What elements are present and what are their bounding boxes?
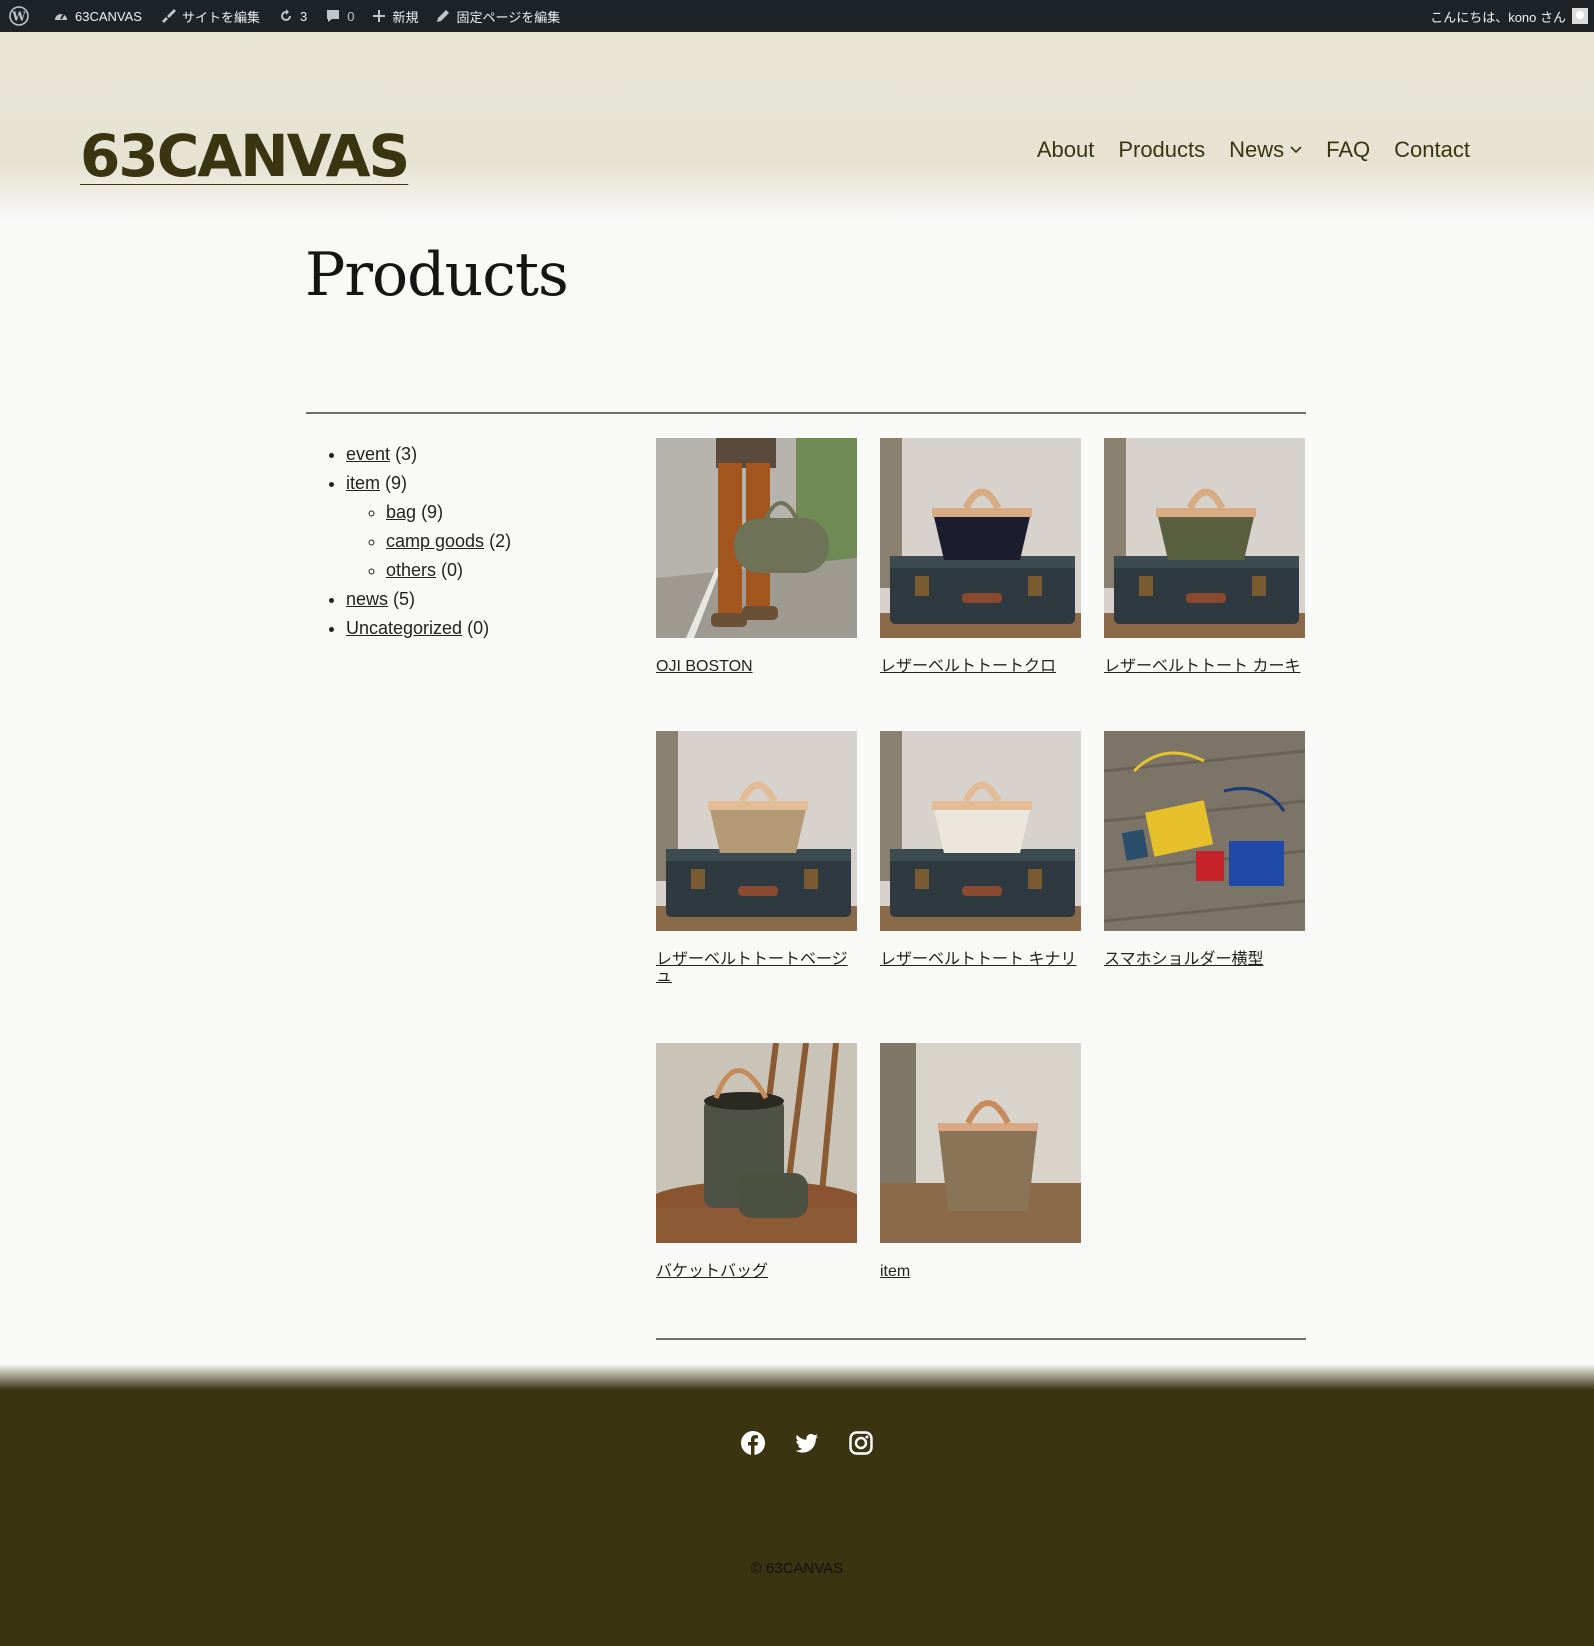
twitter-icon[interactable] [794, 1430, 820, 1456]
product-card: レザーベルトトート カーキ [1104, 438, 1305, 675]
svg-text:W: W [11, 10, 26, 24]
list-item: bag (9) [386, 498, 511, 527]
copyright-text: © 63CANVAS [750, 1560, 844, 1577]
comments-link[interactable]: 0 [316, 0, 363, 32]
comment-icon [327, 10, 340, 22]
list-item: event (3) [346, 440, 511, 469]
instagram-icon[interactable] [848, 1430, 874, 1456]
product-image-phone-shoulder[interactable] [1104, 731, 1305, 931]
avatar [1572, 8, 1588, 24]
nav-news[interactable]: News [1229, 137, 1302, 163]
category-count: (9) [421, 502, 444, 522]
category-count: (3) [395, 444, 418, 464]
list-item: item (9) bag (9) camp goods (2) others (… [346, 469, 511, 585]
list-item: others (0) [386, 556, 511, 585]
category-news-link[interactable]: news [346, 589, 388, 609]
category-bag-link[interactable]: bag [386, 502, 416, 522]
category-count: (0) [467, 618, 490, 638]
product-title-link[interactable]: item [880, 1263, 1081, 1280]
product-title-link[interactable]: レザーベルトトートクロ [880, 658, 1081, 675]
product-title-link[interactable]: レザーベルトトートベージュ [656, 951, 857, 985]
product-card: レザーベルトトートクロ [880, 438, 1081, 675]
product-card: item [880, 1043, 1081, 1280]
greeting-text: こんにちは、kono さん [1430, 9, 1566, 25]
updates-link[interactable]: 3 [269, 0, 316, 32]
edit-site-label: サイトを編集 [181, 9, 260, 25]
product-image-bucket-bag[interactable] [656, 1043, 857, 1243]
bottom-separator [656, 1338, 1306, 1340]
site-header: 63CANVAS About Products News FAQ Contact [0, 32, 1594, 222]
product-title-link[interactable]: バケットバッグ [656, 1263, 857, 1280]
list-item: camp goods (2) [386, 527, 511, 556]
product-card: バケットバッグ [656, 1043, 857, 1280]
facebook-icon[interactable] [740, 1430, 766, 1456]
product-title-link[interactable]: OJI BOSTON [656, 658, 857, 675]
edit-page-link[interactable]: 固定ページを編集 [427, 0, 569, 32]
account-menu[interactable]: こんにちは、kono さん [1421, 0, 1594, 32]
product-image-tote-black[interactable] [880, 438, 1081, 638]
product-title-link[interactable]: レザーベルトトート キナリ [880, 951, 1081, 968]
product-card: OJI BOSTON [656, 438, 857, 675]
social-links [740, 1430, 874, 1456]
admin-site-link[interactable]: 63CANVAS [44, 0, 151, 32]
admin-site-name: 63CANVAS [75, 8, 142, 24]
brush-icon [161, 9, 176, 23]
page-title: Products [305, 240, 569, 310]
category-event-link[interactable]: event [346, 444, 390, 464]
category-others-link[interactable]: others [386, 560, 436, 580]
category-camp-goods-link[interactable]: camp goods [386, 531, 484, 551]
product-image-oji-boston[interactable] [656, 438, 857, 638]
plus-icon [373, 10, 386, 22]
new-label: 新規 [392, 9, 419, 25]
edit-page-label: 固定ページを編集 [456, 9, 561, 25]
product-image-item[interactable] [880, 1043, 1081, 1243]
admin-bar: W 63CANVAS サイトを編集 3 0 新規 固定ページを編集 こんにちは、… [0, 0, 1594, 32]
primary-navigation: About Products News FAQ Contact [1037, 137, 1470, 163]
site-footer [0, 1364, 1594, 1646]
pencil-icon [437, 10, 450, 22]
nav-products[interactable]: Products [1118, 137, 1205, 163]
category-list: event (3) item (9) bag (9) camp goods (2… [312, 440, 511, 643]
category-count: (0) [441, 560, 464, 580]
product-title-link[interactable]: スマホショルダー横型 [1104, 951, 1305, 968]
category-item-link[interactable]: item [346, 473, 380, 493]
product-card: レザーベルトトート キナリ [880, 731, 1081, 968]
category-count: (5) [393, 589, 416, 609]
product-image-tote-khaki[interactable] [1104, 438, 1305, 638]
wordpress-logo-icon[interactable]: W [0, 0, 44, 32]
nav-faq[interactable]: FAQ [1326, 137, 1370, 163]
list-item: Uncategorized (0) [346, 614, 511, 643]
product-card: レザーベルトトートベージュ [656, 731, 857, 985]
nav-news-label: News [1229, 137, 1285, 162]
site-title[interactable]: 63CANVAS [80, 122, 410, 190]
product-card: スマホショルダー横型 [1104, 731, 1305, 968]
new-content-link[interactable]: 新規 [363, 0, 427, 32]
comments-count: 0 [347, 8, 355, 24]
updates-icon [280, 9, 291, 21]
product-title-link[interactable]: レザーベルトトート カーキ [1104, 658, 1305, 675]
category-count: (9) [385, 473, 408, 493]
list-item: news (5) [346, 585, 511, 614]
product-image-tote-beige[interactable] [656, 731, 857, 931]
nav-about[interactable]: About [1037, 137, 1095, 163]
category-uncategorized-link[interactable]: Uncategorized [346, 618, 462, 638]
edit-site-link[interactable]: サイトを編集 [151, 0, 269, 32]
nav-contact[interactable]: Contact [1394, 137, 1470, 163]
top-separator [306, 412, 1306, 414]
chevron-down-icon [1290, 146, 1302, 154]
product-image-tote-natural[interactable] [880, 731, 1081, 931]
category-count: (2) [489, 531, 512, 551]
updates-count: 3 [299, 8, 308, 24]
dashboard-icon [55, 14, 67, 20]
